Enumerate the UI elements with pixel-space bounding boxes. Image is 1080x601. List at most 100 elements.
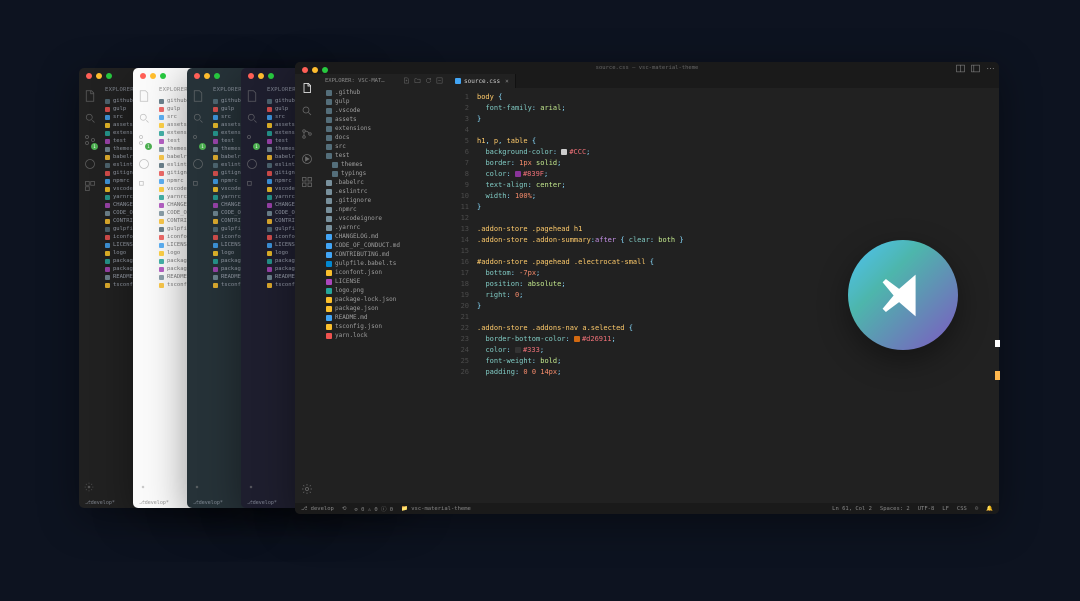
file-tree-item[interactable]: .babelrc [323, 178, 445, 187]
file-tree-item[interactable]: .npmrc [323, 205, 445, 214]
code-line[interactable]: width: 100%; [477, 191, 999, 202]
file-tree-item[interactable]: assets [323, 115, 445, 124]
search-icon[interactable] [301, 105, 313, 117]
dot-icon [326, 207, 332, 213]
code-line[interactable]: body { [477, 92, 999, 103]
search-icon [138, 112, 150, 124]
file-tree-item[interactable]: gulpfile.babel.ts [323, 259, 445, 268]
file-tree-item[interactable]: test [323, 151, 445, 160]
file-name: .npmrc [335, 205, 357, 214]
code-line[interactable]: } [477, 114, 999, 125]
lic-icon [326, 279, 332, 285]
file-tree-item[interactable]: .vscodeignore [323, 214, 445, 223]
file-tree-item[interactable]: CONTRIBUTING.md [323, 250, 445, 259]
status-bell-icon[interactable]: 🔔 [986, 506, 993, 512]
file-tree-item[interactable]: tsconfig.json [323, 322, 445, 331]
file-tree-item[interactable]: package-lock.json [323, 295, 445, 304]
file-tree-item[interactable]: extensions [323, 124, 445, 133]
file-tree-item[interactable]: package.json [323, 304, 445, 313]
file-tree-item[interactable]: docs [323, 133, 445, 142]
file-tree-item[interactable]: CODE_OF_CONDUCT.md [323, 241, 445, 250]
mini-activity-bar: 1 [79, 84, 101, 508]
gear-icon[interactable] [301, 483, 313, 495]
file-tree-item[interactable]: .github [323, 88, 445, 97]
code-line[interactable]: text-align: center; [477, 180, 999, 191]
collapse-icon[interactable] [436, 77, 443, 84]
file-tree-item[interactable]: gulp [323, 97, 445, 106]
code-line[interactable]: font-weight: bold; [477, 356, 999, 367]
file-tree[interactable]: .githubgulp.vscodeassetsextensionsdocssr… [319, 87, 449, 341]
scm-icon[interactable] [301, 128, 313, 140]
code-line[interactable]: padding: 0 0 14px; [477, 367, 999, 378]
file-name: docs [335, 133, 349, 142]
extensions-icon[interactable] [301, 176, 313, 188]
json-icon [326, 306, 332, 312]
folder-icon [326, 135, 332, 141]
file-tree-item[interactable]: LICENSE [323, 277, 445, 286]
line-number: 20 [449, 301, 469, 312]
file-tree-item[interactable]: themes [323, 160, 445, 169]
status-feedback-icon[interactable]: ☺ [975, 506, 978, 512]
files-icon[interactable] [301, 82, 313, 94]
search-icon [84, 112, 96, 124]
status-eol[interactable]: LF [942, 506, 949, 512]
code-line[interactable]: } [477, 202, 999, 213]
line-number: 6 [449, 147, 469, 158]
file-tree-item[interactable]: README.md [323, 313, 445, 322]
file-name: package-lock.json [335, 295, 396, 304]
file-name: .yarnrc [335, 223, 360, 232]
line-number: 15 [449, 246, 469, 257]
file-name: logo.png [335, 286, 364, 295]
minimize-window-icon[interactable] [312, 67, 318, 73]
file-tree-item[interactable]: yarn.lock [323, 331, 445, 340]
file-tree-item[interactable]: typings [323, 169, 445, 178]
file-tree-item[interactable]: iconfont.json [323, 268, 445, 277]
file-tree-item[interactable]: CHANGELOG.md [323, 232, 445, 241]
status-spaces[interactable]: Spaces: 2 [880, 506, 910, 512]
split-editor-icon[interactable] [956, 64, 965, 73]
file-name: gulp [335, 97, 349, 106]
code-line[interactable]: border: 1px solid; [477, 158, 999, 169]
file-name: iconfont.json [335, 268, 382, 277]
code-line[interactable]: h1, p, table { [477, 136, 999, 147]
folder-icon [332, 162, 338, 168]
refresh-icon[interactable] [425, 77, 432, 84]
code-line[interactable]: color: #839F; [477, 169, 999, 180]
file-name: package.json [335, 304, 378, 313]
file-tree-item[interactable]: .yarnrc [323, 223, 445, 232]
file-tree-item[interactable]: .eslintrc [323, 187, 445, 196]
status-sync-icon[interactable]: ⟲ [342, 506, 347, 512]
tab-source-css[interactable]: source.css × [449, 74, 516, 88]
new-file-icon[interactable] [403, 77, 410, 84]
file-name: tsconfig.json [335, 322, 382, 331]
folder-icon [326, 126, 332, 132]
file-tree-item[interactable]: logo.png [323, 286, 445, 295]
code-line[interactable]: background-color: #CCC; [477, 147, 999, 158]
status-language[interactable]: CSS [957, 506, 967, 512]
explorer-sidebar: EXPLORER: VSC-MAT… .githubgulp.vscodeass… [319, 74, 449, 503]
file-name: .vscodeignore [335, 214, 382, 223]
maximize-window-icon[interactable] [322, 67, 328, 73]
debug-icon[interactable] [301, 153, 313, 165]
json-icon [326, 324, 332, 330]
files-icon [246, 90, 258, 102]
code-line[interactable]: .addon-store .pagehead h1 [477, 224, 999, 235]
code-line[interactable]: font-family: arial; [477, 103, 999, 114]
status-ln-col[interactable]: Ln 61, Col 2 [832, 506, 872, 512]
code-line[interactable] [477, 125, 999, 136]
close-tab-icon[interactable]: × [505, 78, 509, 85]
close-window-icon[interactable] [302, 67, 308, 73]
status-branch[interactable]: ⎇ develop [301, 506, 334, 512]
code-line[interactable] [477, 213, 999, 224]
editor-tabs: source.css × [449, 74, 999, 88]
more-icon[interactable] [986, 64, 995, 73]
status-encoding[interactable]: UTF-8 [918, 506, 935, 512]
file-name: themes [341, 160, 363, 169]
json-icon [326, 270, 332, 276]
new-folder-icon[interactable] [414, 77, 421, 84]
file-tree-item[interactable]: .gitignore [323, 196, 445, 205]
file-tree-item[interactable]: .vscode [323, 106, 445, 115]
layout-icon[interactable] [971, 64, 980, 73]
file-tree-item[interactable]: src [323, 142, 445, 151]
status-problems[interactable]: ⊘ 0 ⚠ 0 ⓘ 0 [354, 505, 393, 513]
